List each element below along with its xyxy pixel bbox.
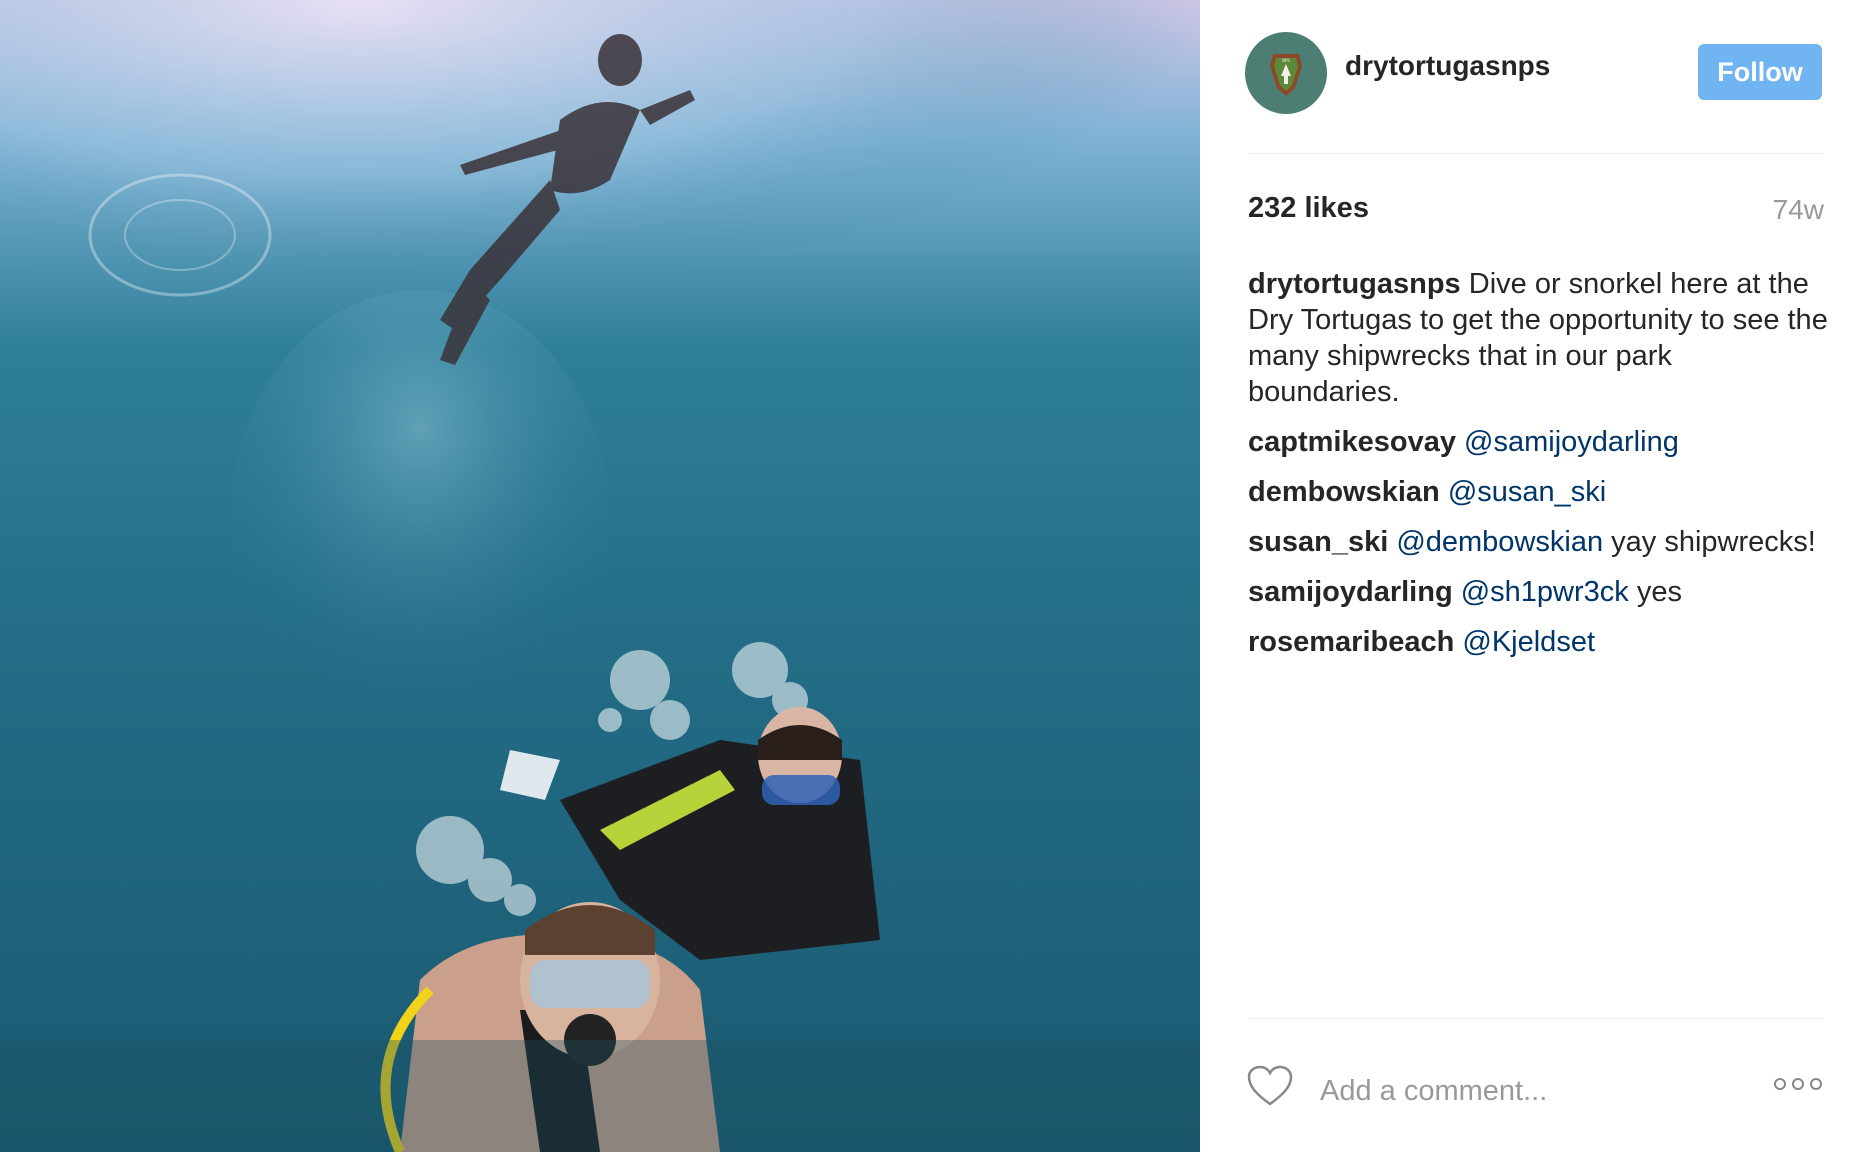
more-options-icon[interactable] <box>1772 1076 1824 1097</box>
comment-username[interactable]: rosemaribeach <box>1248 626 1454 658</box>
post-username[interactable]: drytortugasnps <box>1345 50 1550 82</box>
caption: drytortugasnps Dive or snorkel here at t… <box>1248 266 1828 410</box>
comment-text: yes <box>1628 576 1682 608</box>
post-photo[interactable] <box>0 0 1200 1152</box>
comment-item: dembowskian @susan_ski <box>1248 474 1828 510</box>
svg-text:NPS: NPS <box>1282 58 1290 63</box>
post-sidebar: NPS drytortugasnps Follow 232 likes 74w … <box>1200 0 1864 1152</box>
nps-arrowhead-logo-icon: NPS <box>1256 43 1316 103</box>
comment-username[interactable]: dembowskian <box>1248 476 1440 508</box>
comment-mention[interactable]: @susan_ski <box>1448 476 1606 508</box>
avatar[interactable]: NPS <box>1245 32 1327 114</box>
follow-button[interactable]: Follow <box>1698 44 1822 100</box>
caption-username[interactable]: drytortugasnps <box>1248 268 1461 300</box>
comment-mention[interactable]: @sh1pwr3ck <box>1461 576 1629 608</box>
comment-item: captmikesovay @samijoydarling <box>1248 424 1828 460</box>
post-time[interactable]: 74w <box>1773 194 1824 226</box>
add-comment-input[interactable] <box>1318 1068 1752 1114</box>
comments-list: drytortugasnps Dive or snorkel here at t… <box>1248 266 1828 674</box>
comment-mention[interactable]: @Kjeldset <box>1462 626 1595 658</box>
comment-item: samijoydarling @sh1pwr3ck yes <box>1248 574 1828 610</box>
comment-item: rosemaribeach @Kjeldset <box>1248 624 1828 660</box>
comment-mention[interactable]: @samijoydarling <box>1464 426 1679 458</box>
comment-username[interactable]: samijoydarling <box>1248 576 1453 608</box>
underwater-divers-image <box>0 0 1200 1152</box>
comment-username[interactable]: susan_ski <box>1248 526 1388 558</box>
header-divider <box>1248 153 1824 154</box>
footer-divider <box>1248 1018 1824 1019</box>
comment-item: susan_ski @dembowskian yay shipwrecks! <box>1248 524 1828 560</box>
comment-mention[interactable]: @dembowskian <box>1396 526 1603 558</box>
likes-count[interactable]: 232 likes <box>1248 192 1369 225</box>
heart-icon[interactable] <box>1246 1064 1294 1113</box>
comment-username[interactable]: captmikesovay <box>1248 426 1456 458</box>
comment-text: yay shipwrecks! <box>1603 526 1816 558</box>
